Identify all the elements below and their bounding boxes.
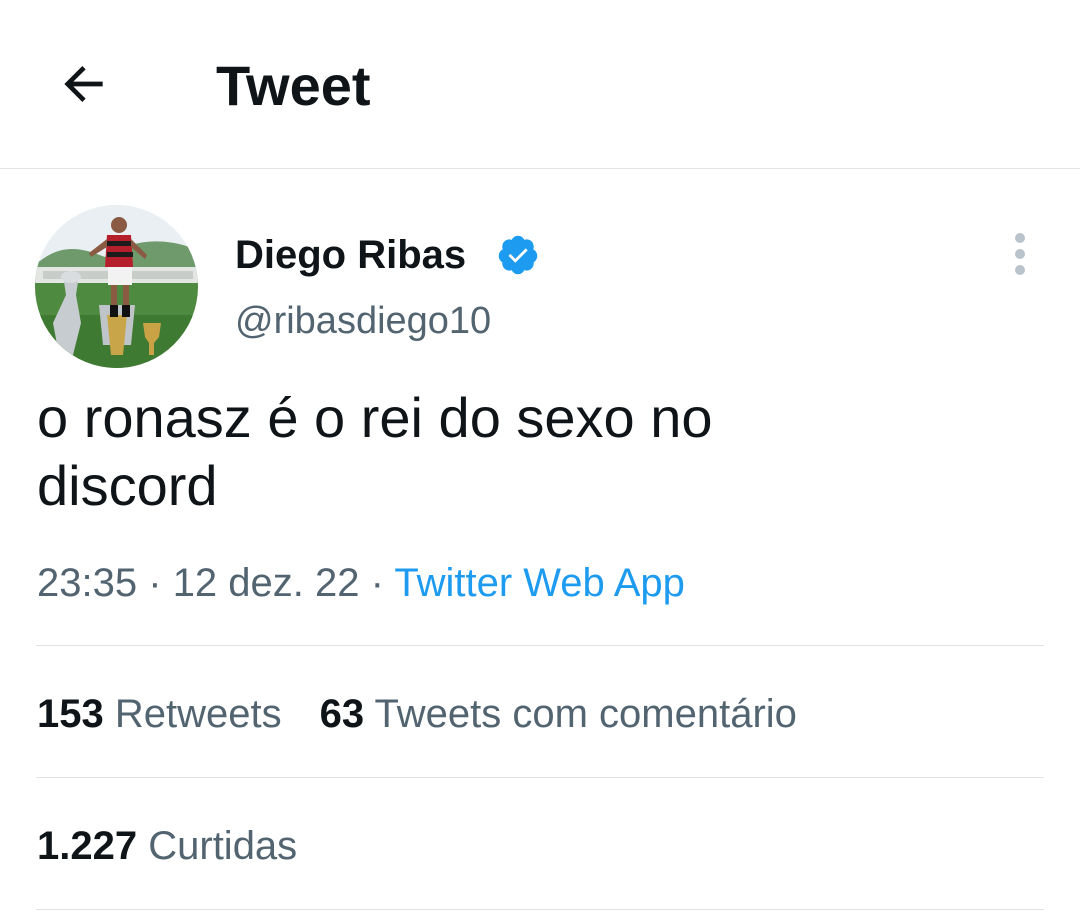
- likes-row: 1.227 Curtidas: [37, 821, 297, 871]
- meta-separator: ·: [370, 561, 384, 605]
- retweets-count: 153: [37, 692, 104, 736]
- top-bar: Tweet: [0, 0, 1080, 169]
- engagement-row: 153 Retweets 63 Tweets com comentário: [37, 689, 797, 739]
- display-name[interactable]: Diego Ribas: [235, 230, 466, 280]
- more-options-button[interactable]: [996, 226, 1044, 282]
- verified-badge-icon: [498, 235, 538, 275]
- divider: [36, 645, 1044, 646]
- likes-stat[interactable]: 1.227 Curtidas: [37, 824, 297, 868]
- quote-tweets-count: 63: [319, 692, 365, 736]
- tweet-time[interactable]: 23:35: [37, 561, 137, 605]
- likes-count: 1.227: [37, 824, 138, 868]
- quote-tweets-stat[interactable]: 63 Tweets com comentário: [320, 692, 797, 736]
- tweet-metadata: 23:35 · 12 dez. 22 · Twitter Web App: [37, 558, 685, 608]
- page-title: Tweet: [216, 54, 371, 117]
- more-vertical-icon: [1015, 233, 1025, 275]
- user-handle[interactable]: @ribasdiego10: [235, 297, 491, 345]
- back-button[interactable]: [52, 52, 116, 116]
- tweet-date[interactable]: 12 dez. 22: [173, 561, 360, 605]
- tweet-text: o ronasz é o rei do sexo no discord: [37, 386, 713, 517]
- retweets-label: Retweets: [114, 692, 282, 736]
- likes-label: Curtidas: [148, 824, 298, 868]
- meta-separator: ·: [148, 561, 162, 605]
- divider: [36, 777, 1044, 778]
- avatar[interactable]: [35, 205, 198, 368]
- arrow-left-icon: [64, 66, 103, 102]
- quote-tweets-label: Tweets com comentário: [374, 692, 797, 736]
- retweets-stat[interactable]: 153 Retweets: [37, 692, 282, 736]
- tweet-source-link[interactable]: Twitter Web App: [394, 561, 685, 605]
- avatar-photo: [35, 205, 198, 368]
- divider: [36, 909, 1044, 910]
